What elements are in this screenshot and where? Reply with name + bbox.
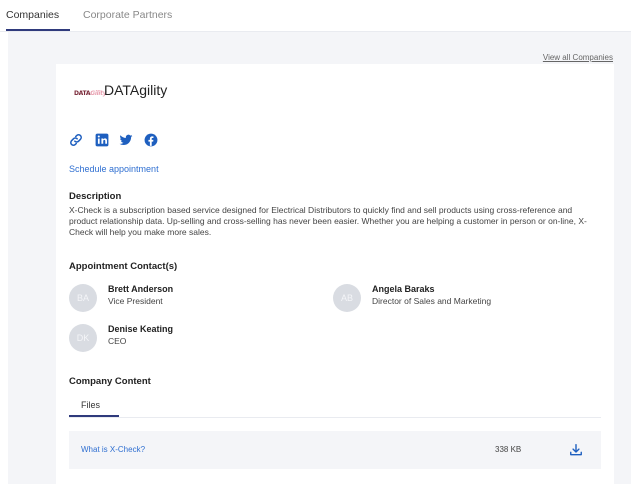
content-tabs-divider bbox=[69, 417, 601, 418]
schedule-appointment-link[interactable]: Schedule appointment bbox=[69, 164, 159, 174]
company-logo: DATAGility bbox=[74, 90, 107, 97]
description-text: X-Check is a subscription based service … bbox=[69, 205, 587, 237]
contact-name: Angela Baraks bbox=[372, 284, 435, 294]
twitter-icon[interactable] bbox=[119, 133, 133, 147]
facebook-icon[interactable] bbox=[144, 133, 158, 147]
appointment-contacts-heading: Appointment Contact(s) bbox=[69, 261, 178, 272]
tab-files[interactable]: Files bbox=[81, 400, 100, 410]
link-icon[interactable] bbox=[69, 133, 83, 147]
linkedin-icon[interactable] bbox=[95, 133, 109, 147]
company-content-heading: Company Content bbox=[69, 376, 151, 387]
tab-companies[interactable]: Companies bbox=[6, 9, 59, 21]
contact-name: Denise Keating bbox=[108, 324, 174, 334]
contact-role: Vice President bbox=[108, 296, 163, 306]
download-icon[interactable] bbox=[569, 443, 583, 457]
description-heading: Description bbox=[69, 191, 122, 202]
file-size: 338 KB bbox=[495, 445, 522, 454]
avatar: AB bbox=[333, 284, 361, 312]
avatar: DK bbox=[69, 324, 97, 352]
contact-name: Brett Anderson bbox=[108, 284, 174, 294]
company-name: DATAgility bbox=[104, 82, 168, 98]
file-name-link[interactable]: What is X-Check? bbox=[81, 445, 145, 454]
file-row: What is X-Check? 338 KB bbox=[69, 431, 601, 469]
company-card bbox=[56, 64, 614, 484]
view-all-companies-link[interactable]: View all Companies bbox=[543, 53, 613, 62]
tab-corporate-partners[interactable]: Corporate Partners bbox=[83, 9, 172, 21]
top-tabs: Companies Corporate Partners bbox=[0, 0, 631, 33]
avatar: BA bbox=[69, 284, 97, 312]
contact-role: CEO bbox=[108, 336, 127, 346]
contact-role: Director of Sales and Marketing bbox=[372, 296, 492, 306]
